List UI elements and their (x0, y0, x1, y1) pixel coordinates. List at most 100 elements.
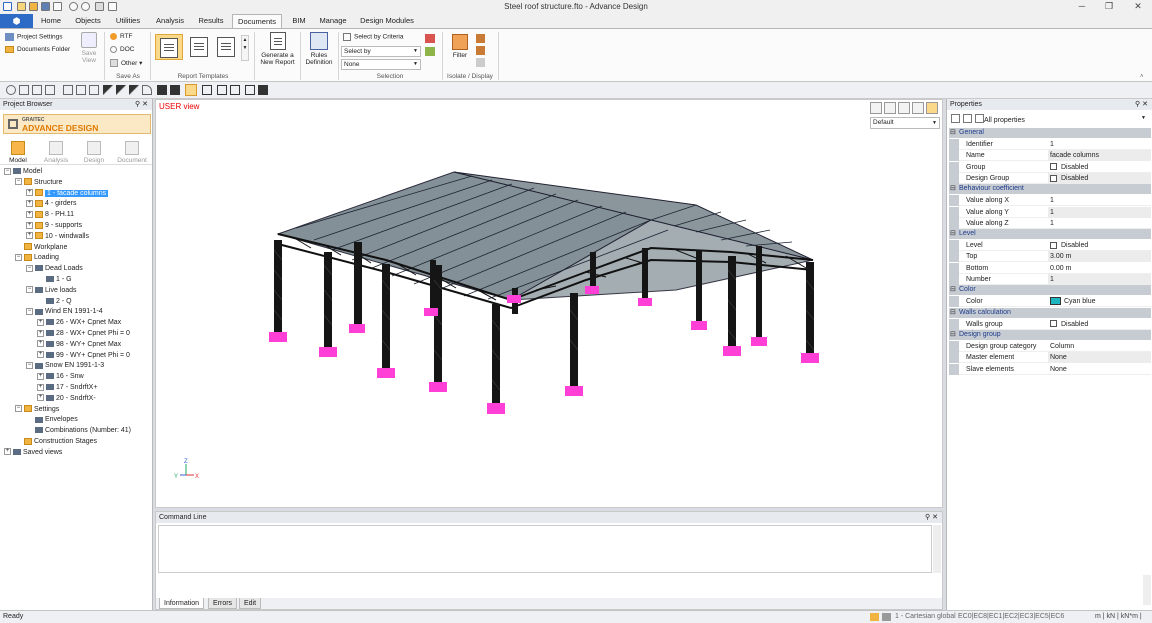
tree-item[interactable]: − Model (4, 166, 42, 177)
property-row[interactable]: Group Disabled (949, 161, 1151, 173)
property-value[interactable]: Disabled (1048, 240, 1151, 251)
expand-icon[interactable]: + (26, 232, 33, 240)
mode-model[interactable]: Model (0, 141, 36, 164)
rotate-icon[interactable] (6, 85, 16, 95)
property-value[interactable]: Disabled (1048, 162, 1151, 173)
tree-item[interactable]: +4 - girders (26, 198, 77, 209)
select-apply-icon[interactable] (425, 47, 435, 56)
tree-item[interactable]: +8 - PH.11 (26, 209, 74, 220)
tree-item[interactable]: 2 - Q (37, 296, 72, 307)
property-row[interactable]: Walls group Disabled (949, 318, 1151, 330)
render-icon[interactable] (185, 84, 197, 96)
units-label[interactable]: m | kN | kN*m | mm (1095, 611, 1152, 623)
view-side-icon[interactable] (230, 85, 240, 95)
collapse-icon[interactable]: − (4, 167, 11, 175)
save-view-button[interactable]: Save View (77, 32, 101, 64)
tab-information[interactable]: Information (159, 598, 205, 609)
property-category[interactable]: Level (949, 229, 1151, 240)
pencil-icon[interactable] (103, 85, 113, 95)
expand-icon[interactable]: + (37, 383, 44, 391)
property-row[interactable]: Level Disabled (949, 240, 1151, 252)
grid-icon[interactable] (882, 613, 891, 621)
display-icon[interactable] (476, 46, 485, 55)
select-by-criteria-button[interactable]: Select by Criteria (343, 33, 404, 41)
tree-item[interactable]: +10 - windwalls (26, 231, 89, 242)
tree-item[interactable]: +99 - WY+ Cpnet Phi = 0 (37, 350, 130, 361)
collapse-icon[interactable]: − (26, 362, 33, 370)
property-row[interactable]: Master element None (949, 352, 1151, 364)
property-value[interactable]: 1 (1048, 218, 1151, 229)
tree-item[interactable]: +20 - SndrftX- (37, 393, 96, 404)
beam-icon[interactable] (63, 85, 73, 95)
collapse-icon[interactable]: − (26, 308, 33, 316)
categorized-icon[interactable] (951, 114, 960, 123)
color-swatch[interactable] (1050, 297, 1061, 306)
tree-item[interactable]: +16 - Snw (37, 371, 84, 382)
rules-definition-button[interactable]: Rules Definition (302, 32, 336, 66)
pin-icon[interactable]: ⚲ (1135, 101, 1140, 108)
property-filter-dropdown[interactable]: All properties (984, 117, 1025, 124)
cut-icon[interactable] (157, 85, 167, 95)
move-icon[interactable] (19, 85, 29, 95)
expand-icon[interactable]: + (37, 318, 44, 326)
selection-none-dropdown[interactable]: None ▼ (341, 59, 421, 70)
tree-item[interactable]: − Loading (15, 252, 59, 263)
tree-item[interactable]: + Saved views (4, 447, 62, 458)
mode-document[interactable]: Document (114, 141, 150, 164)
tree-item[interactable]: +98 - WY+ Cpnet Max (37, 339, 121, 350)
property-value[interactable]: 1 (1048, 274, 1151, 285)
design-codes-label[interactable]: EC0|EC8|EC1|EC2|EC3|EC5|EC6 (958, 611, 1064, 623)
tree-item[interactable]: − Live loads (26, 285, 77, 296)
collapse-icon[interactable]: − (15, 178, 22, 186)
property-row[interactable]: Number 1 (949, 274, 1151, 285)
pin-icon[interactable]: ⚲ (925, 514, 930, 521)
tree-item[interactable]: +1 - facade columns (26, 188, 109, 199)
property-row[interactable]: Color Cyan blue (949, 296, 1151, 308)
expand-icon[interactable]: + (37, 340, 44, 348)
arc-icon[interactable] (142, 85, 152, 95)
checkbox-icon[interactable] (1050, 241, 1057, 249)
property-value[interactable]: Disabled (1048, 319, 1151, 330)
report-template-2-button[interactable] (187, 37, 211, 59)
view-front-icon[interactable] (217, 85, 227, 95)
project-settings-button[interactable]: Project Settings (5, 33, 63, 41)
property-row[interactable]: Value along Y 1 (949, 206, 1151, 218)
show-all-icon[interactable] (476, 58, 485, 67)
expand-icon[interactable]: + (4, 448, 11, 456)
tab-documents[interactable]: Documents (232, 14, 282, 28)
expand-icon[interactable]: + (37, 394, 44, 402)
property-row[interactable]: Design Group Disabled (949, 172, 1151, 184)
report-template-1-button[interactable] (155, 34, 183, 60)
tree-item[interactable]: − Settings (15, 404, 59, 415)
tree-item[interactable]: Construction Stages (15, 436, 97, 447)
tab-bim[interactable]: BIM (288, 14, 310, 28)
property-category[interactable]: Behaviour coefficient (949, 184, 1151, 195)
property-value[interactable]: Cyan blue (1048, 296, 1151, 307)
tree-item[interactable]: +9 - supports (26, 220, 82, 231)
expand-icon[interactable]: + (26, 200, 33, 208)
close-icon[interactable]: ✕ (142, 101, 148, 108)
tree-item[interactable]: +17 - SndrftX+ (37, 382, 97, 393)
tab-home[interactable]: Home (37, 14, 65, 28)
tree-item[interactable]: − Snow EN 1991-1-3 (26, 360, 104, 371)
expand-icon[interactable]: + (26, 210, 33, 218)
property-category[interactable]: Design group (949, 329, 1151, 340)
property-row[interactable]: Value along X 1 (949, 195, 1151, 207)
chevron-down-icon[interactable]: ▼ (1141, 115, 1146, 121)
collapse-icon[interactable]: − (15, 405, 22, 413)
pencil-icon[interactable] (129, 85, 139, 95)
property-value[interactable]: facade columns (1048, 150, 1151, 162)
tab-objects[interactable]: Objects (72, 14, 104, 28)
pin-icon[interactable]: ⚲ (135, 101, 140, 108)
property-row[interactable]: Name facade columns (949, 150, 1151, 162)
property-category[interactable]: Walls calculation (949, 307, 1151, 318)
filter-icon[interactable] (975, 114, 984, 123)
property-value[interactable]: None (1048, 364, 1151, 375)
coordinate-system-icon[interactable] (870, 613, 879, 621)
tree-item[interactable]: − Structure (15, 177, 62, 188)
other-dropdown[interactable]: Other ▾ (110, 59, 142, 68)
property-category[interactable]: Color (949, 285, 1151, 296)
tree-item[interactable]: − Dead Loads (26, 263, 83, 274)
property-value[interactable]: Disabled (1048, 172, 1151, 184)
expand-icon[interactable]: + (37, 372, 44, 380)
